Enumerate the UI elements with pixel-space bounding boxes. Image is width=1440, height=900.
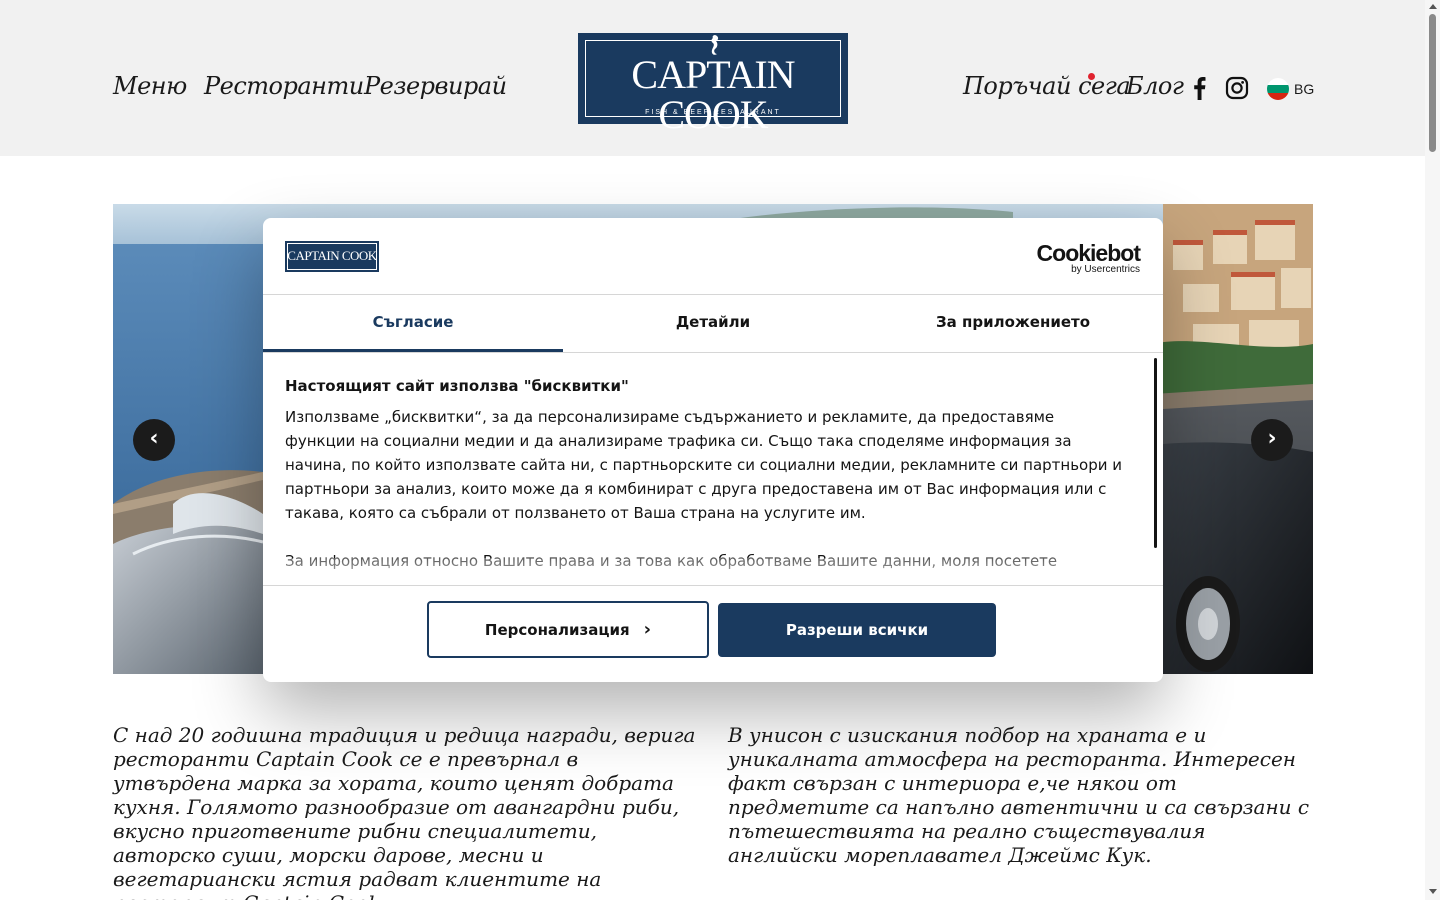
cookie-consent-dialog: CAPTAIN COOK Cookiebot by Usercentrics С…	[263, 218, 1163, 682]
cookiebot-wordmark: Cookiebot	[1036, 240, 1141, 266]
footer-divider	[263, 585, 1163, 586]
tabs-divider	[263, 352, 1163, 353]
scrollbar-thumb[interactable]	[1429, 14, 1436, 152]
intro-text-right: В унисон с изискания подбор на храната е…	[728, 723, 1310, 867]
chevron-right-icon: ›	[643, 619, 652, 640]
scroll-up-arrow-icon[interactable]	[1429, 4, 1437, 9]
facebook-icon[interactable]	[1188, 76, 1212, 100]
dialog-paragraph: Използваме „бисквитки“, за да персонализ…	[285, 408, 1123, 522]
dialog-scroll-body[interactable]: Настоящият сайт използва "бисквитки" Изп…	[285, 363, 1141, 585]
carousel-next-button[interactable]: ›	[1251, 419, 1293, 461]
logo-tagline: FISH & BEEF RESTAURANT	[645, 109, 781, 116]
dialog-fade-overlay	[285, 558, 1141, 585]
instagram-icon[interactable]	[1225, 76, 1249, 100]
nav-order-link[interactable]: Поръчай сега	[963, 72, 1131, 100]
dialog-logo-wordmark: CAPTAIN COOK	[287, 248, 377, 263]
language-selector[interactable]: BG	[1294, 81, 1314, 97]
dialog-scrollbar[interactable]	[1154, 358, 1157, 548]
nav-restaurants-link[interactable]: Ресторанти	[204, 72, 364, 100]
carousel-prev-button[interactable]: ‹	[133, 419, 175, 461]
bulgarian-flag-icon[interactable]	[1267, 78, 1289, 100]
tab-consent[interactable]: Съгласие	[263, 295, 563, 352]
tab-details[interactable]: Детайли	[563, 295, 863, 352]
order-notification-dot	[1088, 73, 1095, 80]
allow-all-button[interactable]: Разреши всички	[718, 603, 996, 657]
customize-button-label: Персонализация	[484, 621, 630, 639]
logo-wordmark: CAPTAIN COOK	[631, 52, 795, 137]
nav-menu-link[interactable]: Меню	[113, 72, 187, 100]
site-header: Меню Ресторанти Резервирай CAPTAIN COOK …	[0, 0, 1425, 156]
dialog-logo: CAPTAIN COOK	[285, 241, 379, 272]
nav-blog-link[interactable]: Блог	[1126, 72, 1184, 100]
dialog-heading: Настоящият сайт използва "бисквитки"	[285, 377, 629, 395]
intro-text-left: С над 20 годишна традиция и редица награ…	[113, 723, 696, 900]
tab-about[interactable]: За приложението	[863, 295, 1163, 352]
cookiebot-logo[interactable]: Cookiebot by Usercentrics	[1036, 240, 1141, 276]
page-scrollbar[interactable]	[1425, 0, 1440, 900]
customize-button[interactable]: Персонализация ›	[427, 601, 709, 658]
scroll-down-arrow-icon[interactable]	[1429, 889, 1437, 894]
site-logo[interactable]: CAPTAIN COOK FISH & BEEF RESTAURANT	[578, 33, 848, 135]
nav-reserve-link[interactable]: Резервирай	[364, 72, 507, 100]
